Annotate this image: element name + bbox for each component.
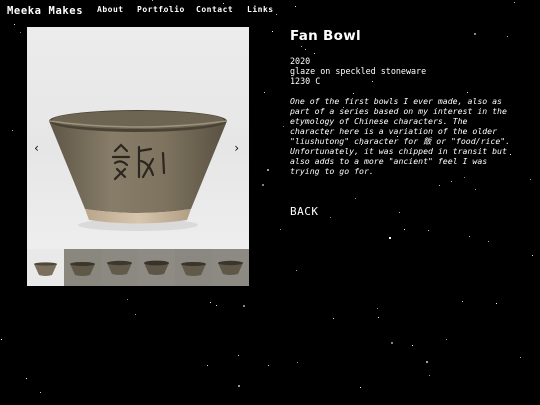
star [283, 126, 284, 127]
piece-year: 2020 [290, 56, 311, 66]
piece-meta: 2020 glaze on speckled stoneware 1230 C [290, 56, 530, 86]
thumbnail-5[interactable] [175, 249, 212, 286]
bowl-image [48, 110, 228, 231]
star [268, 365, 269, 366]
star [20, 32, 21, 33]
star [488, 241, 489, 242]
star [210, 302, 211, 303]
page: Meeka Makes About Portfolio Contact Link… [0, 0, 540, 405]
star [216, 305, 217, 306]
nav-portfolio[interactable]: Portfolio [137, 5, 185, 14]
star [530, 179, 531, 180]
piece-description: One of the first bowls I ever made, also… [290, 96, 511, 176]
star [404, 229, 405, 230]
main-bowl-photo: ‹ › [27, 27, 249, 249]
star [243, 305, 245, 307]
thumbnail-2[interactable] [64, 249, 101, 286]
star [377, 308, 378, 309]
star [207, 365, 208, 366]
star [469, 236, 470, 237]
thumbnail-6[interactable] [212, 249, 249, 286]
star [14, 24, 15, 25]
star [238, 385, 240, 387]
star [532, 255, 533, 256]
star [389, 237, 391, 239]
image-gallery: ‹ › [27, 27, 249, 286]
nav-about[interactable]: About [97, 5, 124, 14]
thumbnail-3[interactable] [101, 249, 138, 286]
star [475, 189, 476, 190]
top-navigation: Meeka Makes About Portfolio Contact Link… [0, 0, 540, 24]
star [262, 184, 264, 186]
star [462, 301, 463, 302]
star [360, 387, 361, 388]
chevron-right-icon[interactable]: › [233, 142, 240, 154]
star [446, 339, 447, 340]
star [238, 355, 239, 356]
star [426, 361, 428, 363]
thumbnail-4[interactable] [138, 249, 175, 286]
back-link[interactable]: BACK [290, 205, 319, 218]
piece-info: Fan Bowl 2020 glaze on speckled stonewar… [290, 28, 530, 176]
nav-links[interactable]: Links [247, 5, 274, 14]
star [333, 318, 334, 319]
star [26, 378, 27, 379]
piece-material: glaze on speckled stoneware [290, 66, 427, 76]
site-brand[interactable]: Meeka Makes [7, 5, 83, 17]
star [464, 177, 465, 178]
star [1, 339, 2, 340]
star [520, 357, 521, 358]
thumbnail-strip [27, 249, 249, 286]
piece-title: Fan Bowl [290, 28, 361, 44]
star [297, 362, 298, 363]
star [412, 345, 413, 346]
star [399, 212, 400, 213]
star [378, 317, 379, 318]
star [451, 181, 452, 182]
star [264, 92, 265, 93]
star [40, 392, 41, 393]
star [428, 230, 429, 231]
star [280, 229, 281, 230]
chevron-left-icon[interactable]: ‹ [33, 142, 40, 154]
star [355, 198, 356, 199]
thumbnail-1[interactable] [27, 249, 64, 286]
piece-temperature: 1230 C [290, 76, 321, 86]
star [267, 169, 269, 171]
star [439, 185, 440, 186]
star [496, 303, 497, 304]
star [391, 342, 393, 344]
star [330, 217, 331, 218]
star [127, 299, 128, 300]
nav-contact[interactable]: Contact [196, 5, 233, 14]
star [429, 375, 430, 376]
star [272, 31, 273, 32]
star [135, 314, 136, 315]
star [12, 130, 13, 131]
star [296, 270, 297, 271]
